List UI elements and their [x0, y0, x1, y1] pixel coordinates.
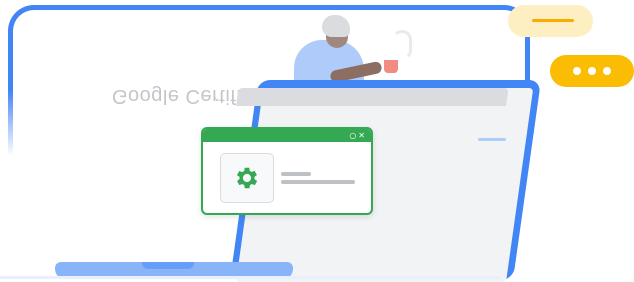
text-placeholder-line — [281, 180, 355, 184]
laptop-base-notch — [142, 262, 194, 269]
screen-accent-line — [478, 138, 506, 141]
speech-bubble-line — [532, 19, 574, 22]
minimize-icon[interactable]: ○ — [349, 131, 356, 140]
text-placeholder-line — [281, 172, 311, 176]
laptop-screen-bar — [236, 88, 509, 106]
gear-icon — [236, 167, 258, 189]
steam-icon — [392, 30, 412, 60]
window-title-bar: ○ ✕ — [203, 129, 371, 142]
settings-icon-tile — [220, 153, 274, 203]
typing-dot — [588, 67, 596, 75]
close-icon[interactable]: ✕ — [358, 131, 365, 140]
typing-bubble — [550, 55, 634, 87]
person-hair — [322, 15, 350, 37]
typing-dot — [603, 67, 611, 75]
typing-dot — [573, 67, 581, 75]
settings-window: ○ ✕ — [201, 127, 373, 215]
coffee-cup-icon — [384, 60, 398, 73]
